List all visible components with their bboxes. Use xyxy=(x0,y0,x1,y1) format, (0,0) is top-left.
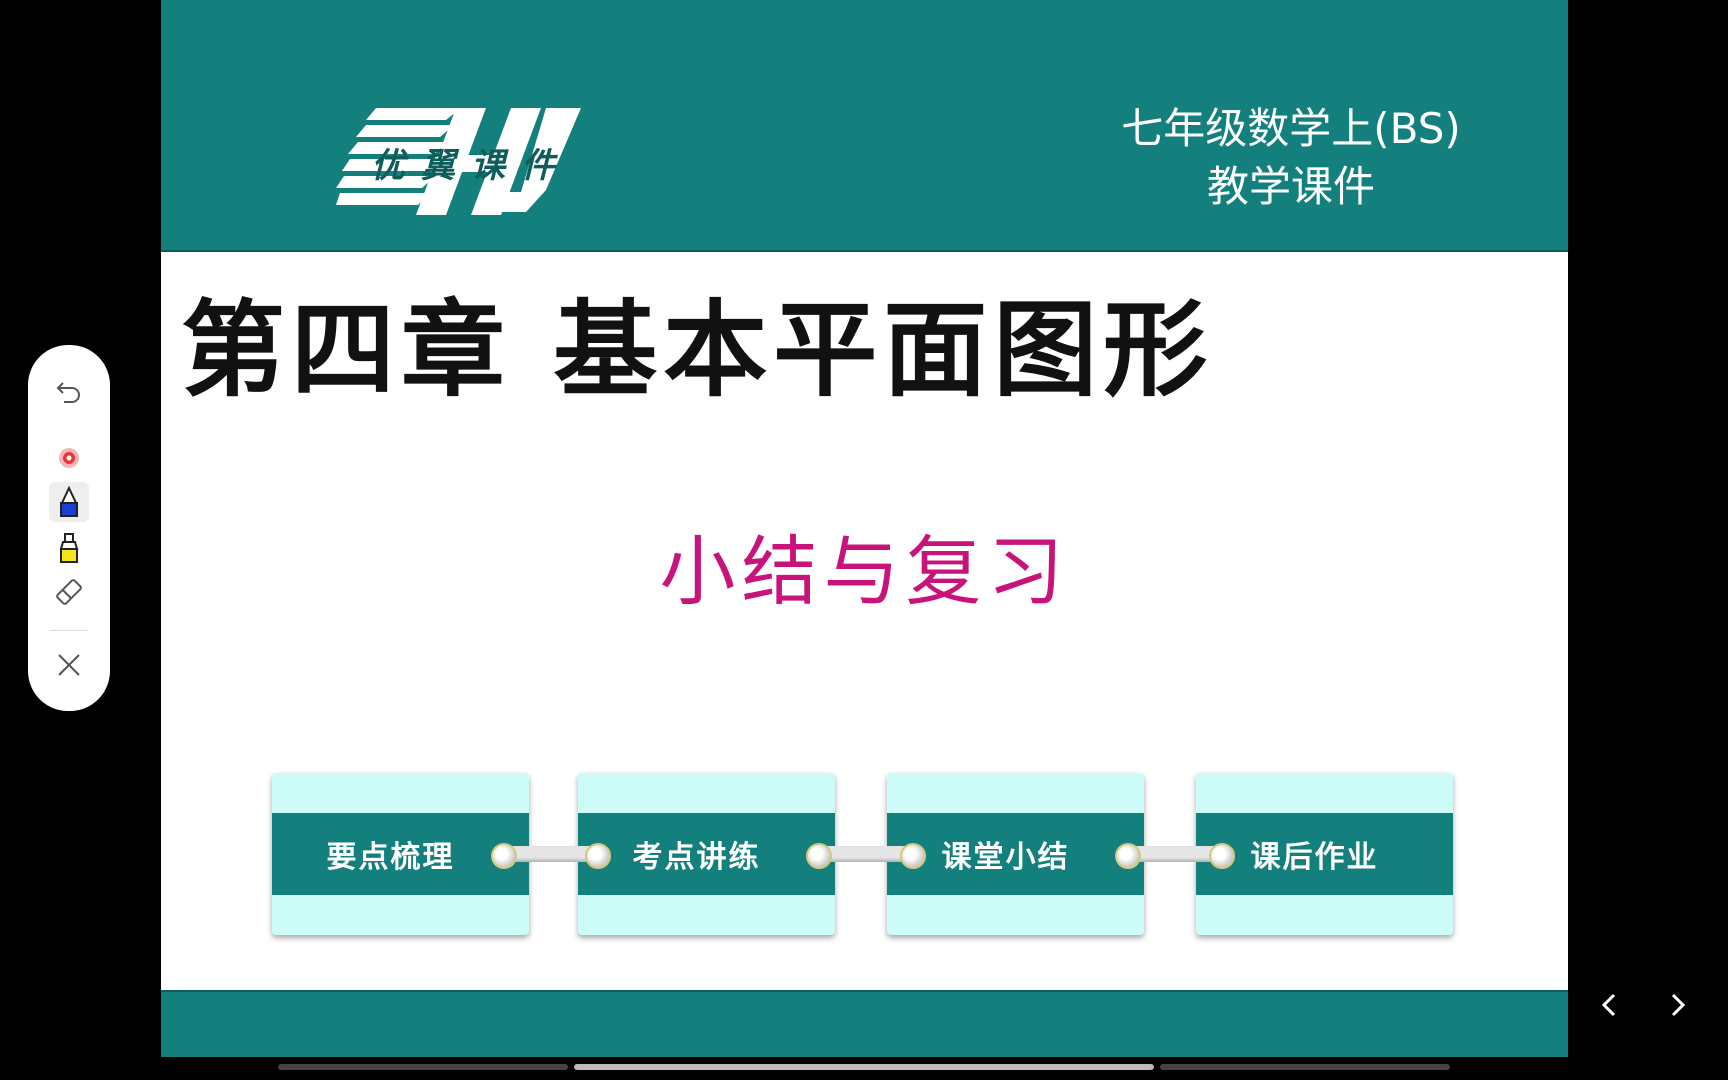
progress-segment-active xyxy=(574,1064,1154,1070)
next-page-button[interactable] xyxy=(1657,985,1697,1025)
nav-card-label: 考点讲练 xyxy=(632,840,761,875)
connector-knob xyxy=(1209,843,1235,869)
undo-icon[interactable] xyxy=(49,370,89,410)
laser-pointer-icon[interactable] xyxy=(49,438,89,478)
connector-knob xyxy=(900,843,926,869)
course-type: 教学课件 xyxy=(1206,162,1375,211)
chapter-title: 第四章 基本平面图形 xyxy=(181,288,1214,411)
nav-card-label: 要点梳理 xyxy=(326,840,455,875)
toolbar-divider xyxy=(50,630,88,631)
connector-knob xyxy=(491,843,517,869)
prev-page-button[interactable] xyxy=(1590,985,1630,1025)
chevron-left-icon xyxy=(1601,993,1616,1017)
highlighter-icon[interactable] xyxy=(49,528,89,568)
course-info: 七年级数学上(BS) 教学课件 xyxy=(1061,100,1521,216)
progress-segment xyxy=(1160,1064,1450,1070)
eraser-icon[interactable] xyxy=(49,572,89,612)
connector-knob xyxy=(1115,843,1141,869)
chevron-right-icon xyxy=(1671,993,1686,1017)
pen-icon[interactable] xyxy=(49,482,89,522)
annotation-toolbar xyxy=(28,345,110,711)
slide-header: 优翼课件 七年级数学上(BS) 教学课件 xyxy=(161,0,1568,252)
course-grade: 七年级数学上(BS) xyxy=(1121,104,1461,153)
progress-segment xyxy=(278,1064,568,1070)
nav-card-label: 课后作业 xyxy=(1250,840,1379,875)
logo-text: 优翼课件 xyxy=(371,146,571,186)
connector-knob xyxy=(585,843,611,869)
nav-card-exam-points[interactable]: 考点讲练 xyxy=(578,773,835,935)
slide-subtitle: 小结与复习 xyxy=(659,527,1070,616)
presentation-slide: 优翼课件 七年级数学上(BS) 教学课件 第四章 基本平面图形 小结与复习 要点… xyxy=(161,0,1568,1057)
slide-footer xyxy=(161,990,1568,1057)
close-icon[interactable] xyxy=(49,645,89,685)
nav-card-label: 课堂小结 xyxy=(941,840,1070,875)
connector-knob xyxy=(806,843,832,869)
